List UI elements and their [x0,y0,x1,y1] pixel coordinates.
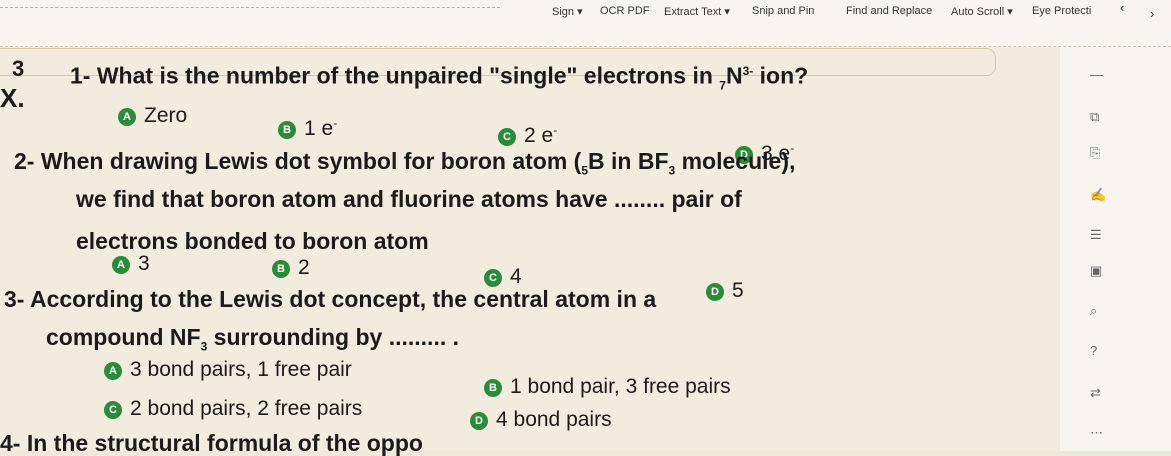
q2-option-b-text: 2 [298,256,310,279]
ocr-pdf-button[interactable]: OCR PDF [600,5,650,17]
more-icon[interactable]: ⋯ [1090,425,1103,441]
option-badge: C [104,401,122,419]
question-1: 1- What is the number of the unpaired "s… [70,58,808,98]
list-icon[interactable]: ☰ [1090,227,1102,243]
q3-option-a: A 3 bond pairs, 1 free pair [104,358,352,382]
snip-pin-button[interactable]: Snip and Pin [752,5,814,17]
q2-option-d: D5 [706,279,744,303]
option-badge: B [272,260,290,278]
minimize-icon[interactable]: — [1090,67,1103,82]
q3-option-c-text: 2 bond pairs, 2 free pairs [130,397,363,420]
page-number: 3 [12,56,25,81]
q3-line2a: compound NF [46,324,201,350]
q2-line1: 2- When drawing Lewis dot symbol for bor… [14,148,582,174]
q3-option-d-text: 4 bond pairs [496,408,612,431]
option-badge: C [498,128,516,146]
ink-icon[interactable]: ✍ [1090,187,1106,203]
q1-element: N [725,62,743,89]
question-2-line-2: we find that boron atom and fluorine ato… [76,186,742,212]
option-badge: A [112,256,130,274]
q3-option-c: C 2 bond pairs, 2 free pairs [104,397,362,421]
find-replace-button[interactable]: Find and Replace [846,5,932,17]
right-sidebar: — ⧉ ⎘ ✍ ☰ ▣ ⌕ ? ⇄ ⋯ [1060,47,1171,451]
q3-option-b: B 1 bond pair, 3 free pairs [484,375,731,399]
search-icon[interactable]: ⌕ [1090,303,1097,319]
chevron-right-icon[interactable]: › [1150,6,1154,21]
q1-text: 1- What is the number of the unpaired "s… [70,62,720,89]
toolbar-divider [0,7,500,8]
auto-scroll-menu[interactable]: Auto Scroll ▾ [951,5,1013,18]
option-badge: D [470,412,488,430]
q1-option-c-sup: - [553,123,558,137]
toolbar: Sign ▾ OCR PDF Extract Text ▾ Snip and P… [0,0,1171,47]
question-2-line-1: 2- When drawing Lewis dot symbol for bor… [14,148,795,184]
option-badge: D [706,283,724,301]
q1-option-c: C 2 e- [498,118,557,148]
question-3-line-2: compound NF3 surrounding by ......... . [46,324,459,360]
q1-tail: ion? [753,62,809,89]
q2-option-b: B2 [272,256,310,280]
q3-line2b: surrounding by ......... . [207,324,460,350]
compare-icon[interactable]: ⇄ [1090,385,1101,401]
q2-option-c-text: 4 [510,265,522,288]
question-2-line-3: electrons bonded to boron atom [76,228,429,254]
exercise-label: X. [0,83,25,113]
q3-option-a-text: 3 bond pairs, 1 free pair [130,358,352,381]
eye-protection-button[interactable]: Eye Protecti [1032,5,1091,17]
option-badge: A [118,108,136,126]
q2-option-a-text: 3 [138,252,150,275]
bookmark-icon[interactable]: ⎘ [1090,145,1100,161]
question-4: 4- In the structural formula of the oppo [0,430,423,456]
q2-option-d-text: 5 [732,279,744,302]
q2-option-a: A3 [112,252,150,276]
q3-option-b-text: 1 bond pair, 3 free pairs [510,375,731,398]
option-badge: B [484,379,502,397]
page-icon[interactable]: ▣ [1090,263,1102,279]
q2-line1-mid: B in BF [588,148,669,174]
q1-option-b: B 1 e- [278,111,337,141]
q1-option-a-text: Zero [144,104,188,127]
q1-sup: 3- [742,64,754,78]
q1-option-b-text: 1 e [304,117,334,140]
question-3-line-1: 3- According to the Lewis dot concept, t… [4,286,657,312]
q2-line1-tail: molecule), [675,148,796,174]
q1-option-b-sup: - [333,116,338,130]
external-icon[interactable]: ⧉ [1090,109,1099,125]
q3-option-d: D 4 bond pairs [470,408,612,432]
back-icon[interactable]: ‹ [1120,0,1124,15]
option-badge: B [278,121,296,139]
extract-text-menu[interactable]: Extract Text ▾ [664,5,730,18]
option-badge: A [104,362,122,380]
q1-option-a: A Zero [118,104,187,128]
option-badge: C [484,269,502,287]
help-icon[interactable]: ? [1090,343,1097,358]
q1-sub: 7 [719,78,726,93]
sign-menu[interactable]: Sign ▾ [552,5,583,18]
q1-option-c-text: 2 e [524,124,554,147]
